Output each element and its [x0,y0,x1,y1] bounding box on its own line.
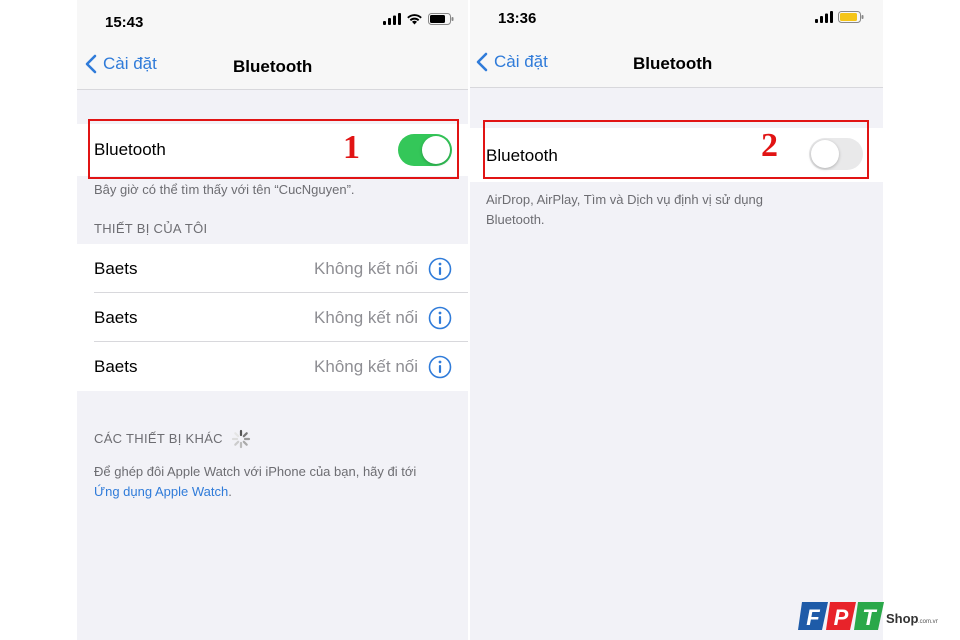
page-title: Bluetooth [233,57,313,76]
cellular-signal-icon [383,13,401,25]
device-row[interactable]: Baets Không kết nối [77,244,468,293]
chevron-left-icon [85,54,97,74]
back-label: Cài đặt [103,54,157,73]
info-icon[interactable] [428,257,452,281]
highlight-box-step2 [483,120,869,179]
page-title: Bluetooth [633,54,713,73]
status-icons [815,11,864,23]
logo-letter-f: F [806,605,820,630]
apple-watch-app-link[interactable]: Ứng dụng Apple Watch [94,484,228,499]
nav-bar: Cài đặt Bluetooth [77,40,468,90]
logo-shop: Shop [886,611,919,626]
status-time: 13:36 [498,10,537,27]
usage-note-line2: Bluetooth. [486,212,545,227]
logo-domain: .com.vn [918,619,938,625]
info-icon[interactable] [428,306,452,330]
step-number-2: 2 [761,127,778,164]
chevron-left-icon [476,52,488,72]
bluetooth-screen-off: 13:36 Cài đặt Bluetooth Bluetooth AirDro… [470,0,883,640]
device-name: Baets [94,357,138,376]
status-icons [383,13,454,25]
tutorial-canvas: 15:43 Cài đặt Bluetooth Bluetooth Bây gi… [0,0,960,640]
back-button[interactable]: Cài đặt [85,54,157,74]
highlight-box-step1 [88,119,459,179]
fpt-shop-logo: F P T Shop .com.vn [798,596,939,636]
device-status: Không kết nối [314,308,418,327]
device-row[interactable]: Baets Không kết nối [77,342,468,391]
battery-icon [428,13,454,25]
usage-note-line1: AirDrop, AirPlay, Tìm và Dịch vụ định vị… [486,192,763,207]
my-devices-header: THIẾT BỊ CỦA TÔI [94,221,208,236]
back-button[interactable]: Cài đặt [476,52,548,72]
step-number-1: 1 [343,129,360,166]
battery-low-power-icon [838,11,864,23]
pair-watch-end: . [228,484,232,499]
bluetooth-screen-on: 15:43 Cài đặt Bluetooth Bluetooth Bây gi… [77,0,468,640]
cellular-signal-icon [815,11,833,23]
other-devices-header: CÁC THIẾT BỊ KHÁC [94,431,223,446]
logo-letter-t: T [862,605,877,630]
discoverable-note: Bây giờ có thể tìm thấy với tên “CucNguy… [94,182,355,197]
device-name: Baets [94,308,138,327]
device-row[interactable]: Baets Không kết nối [77,293,468,342]
device-status: Không kết nối [314,357,418,376]
info-icon[interactable] [428,355,452,379]
device-status: Không kết nối [314,259,418,278]
device-name: Baets [94,259,138,278]
nav-bar: Cài đặt Bluetooth [470,38,883,88]
status-bar: 13:36 [470,0,883,38]
logo-letter-p: P [834,605,849,630]
pair-watch-note: Để ghép đôi Apple Watch với iPhone của b… [94,462,454,502]
wifi-icon [407,14,422,25]
pair-watch-text: Để ghép đôi Apple Watch với iPhone của b… [94,464,417,479]
loading-spinner-icon [231,429,251,449]
status-time: 15:43 [105,14,144,31]
status-bar: 15:43 [77,0,468,40]
back-label: Cài đặt [494,52,548,71]
bluetooth-usage-note: AirDrop, AirPlay, Tìm và Dịch vụ định vị… [486,190,763,230]
fpt-logo-mark: F P T Shop .com.vn [798,602,939,630]
